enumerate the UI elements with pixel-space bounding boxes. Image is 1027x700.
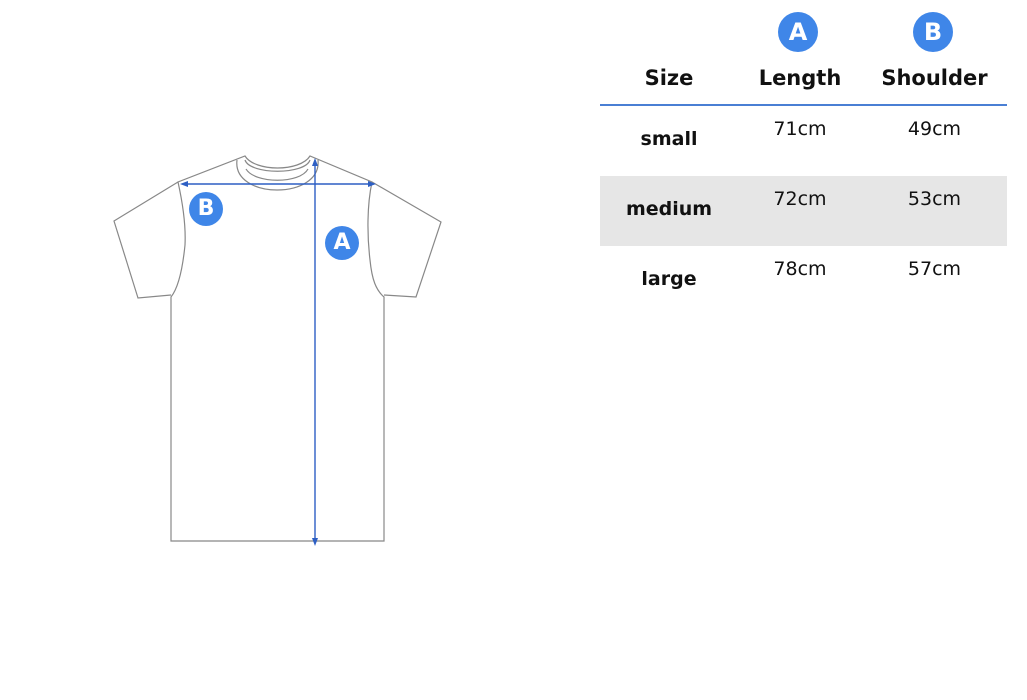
length-cell: 78cm <box>773 258 827 280</box>
right-sleeve-outline <box>371 181 442 298</box>
length-column-header: Length <box>758 66 842 90</box>
left-sleeve-outline <box>113 181 179 299</box>
table-header-row: Size Length Shoulder <box>600 60 1007 106</box>
shoulder-marker-badge: B <box>189 192 223 226</box>
table-row: medium 72cm 53cm <box>600 176 1007 246</box>
collar-inner <box>244 159 311 172</box>
length-arrow-bottom <box>312 538 318 546</box>
size-cell: medium <box>625 198 713 220</box>
column-marker-row: A B <box>600 0 1007 60</box>
size-cell: large <box>641 268 697 290</box>
tshirt-diagram: A B <box>0 0 560 700</box>
shoulder-column-marker: B <box>913 12 953 52</box>
shoulder-cell: 49cm <box>907 118 962 140</box>
length-cell: 71cm <box>773 118 827 140</box>
shoulder-cell: 57cm <box>907 258 962 280</box>
table-row: small 71cm 49cm <box>600 106 1007 176</box>
shoulder-cell: 53cm <box>907 188 962 210</box>
tshirt-outline-graphic <box>113 155 442 546</box>
length-cell: 72cm <box>773 188 827 210</box>
size-cell: small <box>640 128 698 150</box>
table-row: large 78cm 57cm <box>600 246 1007 316</box>
shoulder-arrow-left <box>180 181 188 187</box>
shoulder-column-header: Shoulder <box>881 66 988 90</box>
length-column-marker: A <box>778 12 818 52</box>
size-column-header: Size <box>644 66 694 90</box>
length-marker-badge: A <box>325 226 359 260</box>
size-chart-table: A B Size Length Shoulder small 71cm 49cm… <box>600 0 1007 316</box>
